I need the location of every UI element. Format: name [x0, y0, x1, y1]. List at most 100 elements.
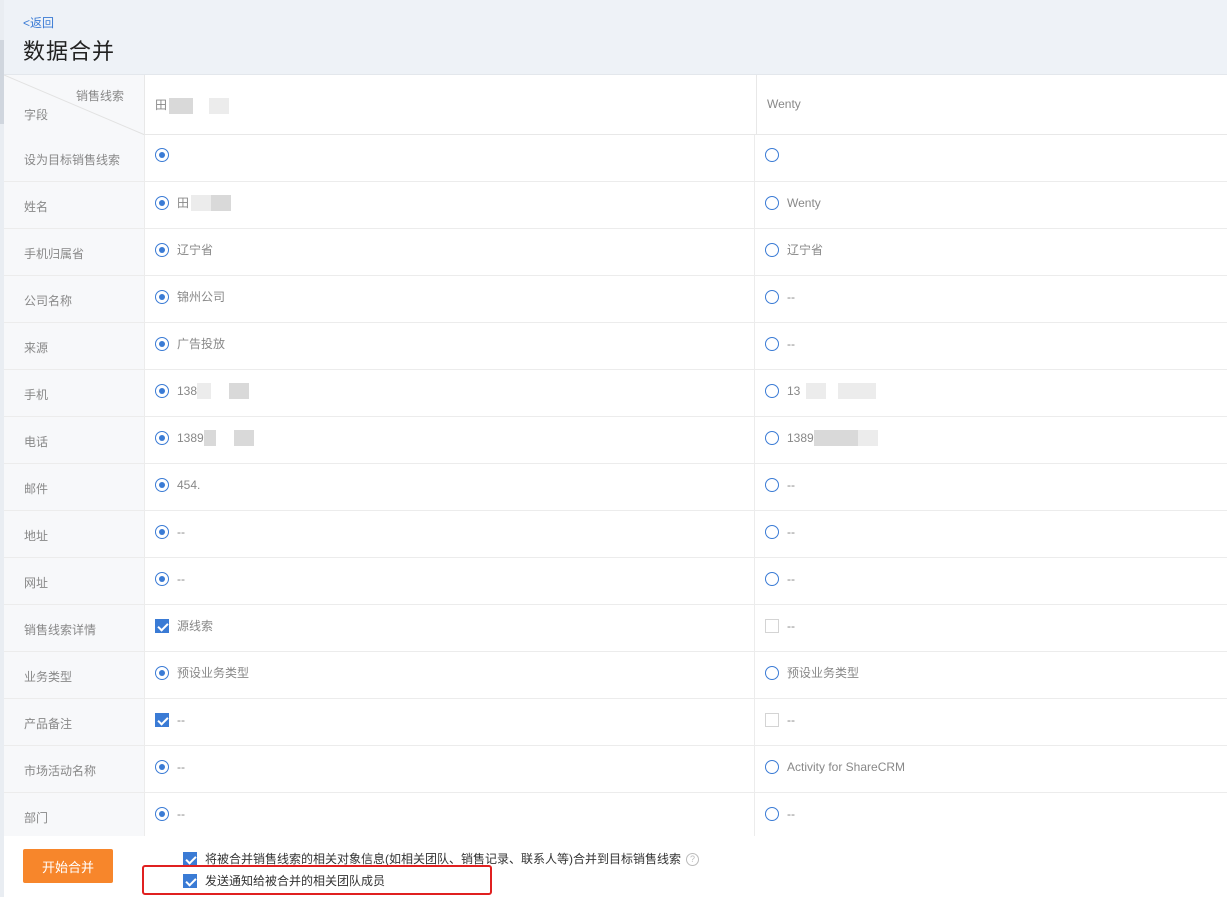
field-value: 1389 [787, 431, 814, 445]
field-label: 销售线索详情 [4, 605, 145, 651]
record-1-cell: 源线索 [145, 605, 755, 651]
field-radio[interactable] [155, 807, 169, 821]
table-row: 邮件 454. -- [4, 464, 1227, 511]
field-value: 1389 [177, 431, 204, 445]
field-value: -- [787, 337, 795, 351]
record-2-cell [755, 135, 1227, 181]
field-radio[interactable] [765, 337, 779, 351]
field-radio[interactable] [155, 431, 169, 445]
redaction-block [806, 383, 827, 399]
field-radio[interactable] [155, 666, 169, 680]
field-value: -- [177, 807, 185, 821]
field-value: 预设业务类型 [177, 666, 250, 680]
field-checkbox[interactable] [765, 713, 779, 727]
field-radio[interactable] [765, 431, 779, 445]
notify-team-label: 发送通知给被合并的相关团队成员 [205, 874, 386, 888]
field-radio[interactable] [765, 243, 779, 257]
header-corner-cell: 销售线索 字段 [4, 75, 145, 135]
merge-related-checkbox[interactable] [183, 852, 197, 866]
record-2-cell: 辽宁省 [755, 229, 1227, 275]
field-radio[interactable] [765, 807, 779, 821]
page-title: 数据合并 [23, 40, 116, 65]
field-radio[interactable] [765, 384, 779, 398]
field-radio[interactable] [155, 572, 169, 586]
record-1-cell: 辽宁省 [145, 229, 755, 275]
field-value: 辽宁省 [787, 243, 824, 257]
field-radio[interactable] [155, 337, 169, 351]
field-value: -- [787, 478, 795, 492]
field-radio[interactable] [765, 148, 779, 162]
field-radio[interactable] [155, 196, 169, 210]
field-radio[interactable] [765, 290, 779, 304]
field-radio[interactable] [765, 572, 779, 586]
table-row: 姓名 田 Wenty [4, 182, 1227, 229]
record-1-cell: 预设业务类型 [145, 652, 755, 698]
field-value: 锦州公司 [177, 290, 226, 304]
field-value: -- [177, 525, 185, 539]
redaction-block [209, 97, 230, 114]
redaction-block [229, 383, 250, 399]
record-2-cell: -- [755, 605, 1227, 651]
record-1-cell: 广告投放 [145, 323, 755, 369]
field-checkbox[interactable] [155, 619, 169, 633]
record-2-cell: -- [755, 323, 1227, 369]
redaction-block [203, 430, 216, 446]
field-radio[interactable] [155, 290, 169, 304]
field-radio[interactable] [765, 525, 779, 539]
field-label: 市场活动名称 [4, 746, 145, 792]
record-2-cell: -- [755, 464, 1227, 510]
corner-object-label: 销售线索 [75, 89, 124, 103]
field-checkbox[interactable] [765, 619, 779, 633]
table-body: 设为目标销售线索 姓名 田 Wenty 手机归属省 辽宁省 辽宁省 公司名称 锦州公司 -- 来源 广… [4, 135, 1227, 840]
corner-field-label: 字段 [24, 108, 49, 122]
field-label: 部门 [4, 793, 145, 839]
field-radio[interactable] [765, 196, 779, 210]
table-row: 业务类型 预设业务类型 预设业务类型 [4, 652, 1227, 699]
record-2-cell: -- [755, 699, 1227, 745]
field-radio[interactable] [155, 760, 169, 774]
field-value: 广告投放 [177, 337, 226, 351]
redaction-block [233, 430, 254, 446]
field-value: -- [787, 525, 795, 539]
field-label: 邮件 [4, 464, 145, 510]
record-1-cell: 田 [145, 182, 755, 228]
field-radio[interactable] [765, 666, 779, 680]
table-row: 网址 -- -- [4, 558, 1227, 605]
field-label: 姓名 [4, 182, 145, 228]
field-label: 网址 [4, 558, 145, 604]
field-radio[interactable] [765, 478, 779, 492]
record-2-cell: 预设业务类型 [755, 652, 1227, 698]
record-1-cell: 454. [145, 464, 755, 510]
start-merge-button[interactable]: 开始合并 [23, 849, 113, 883]
record-2-cell: -- [755, 558, 1227, 604]
record-2-cell: -- [755, 511, 1227, 557]
notify-team-checkbox[interactable] [183, 874, 197, 888]
redaction-block [857, 430, 878, 446]
field-radio[interactable] [155, 384, 169, 398]
table-row: 设为目标销售线索 [4, 135, 1227, 182]
field-radio[interactable] [155, 148, 169, 162]
field-label: 设为目标销售线索 [4, 135, 145, 181]
table-header: 销售线索 字段 田 Wenty [4, 75, 1227, 135]
redaction-block [813, 430, 858, 446]
field-label: 产品备注 [4, 699, 145, 745]
field-checkbox[interactable] [155, 713, 169, 727]
header-record-1: 田 [145, 75, 757, 135]
field-radio[interactable] [155, 525, 169, 539]
field-value: -- [787, 713, 795, 727]
field-radio[interactable] [155, 243, 169, 257]
field-radio[interactable] [765, 760, 779, 774]
record-2-cell: Wenty [755, 182, 1227, 228]
table-row: 公司名称 锦州公司 -- [4, 276, 1227, 323]
redaction-block [838, 383, 877, 399]
record-2-cell: -- [755, 276, 1227, 322]
help-icon[interactable]: ? [686, 852, 699, 866]
field-label: 手机归属省 [4, 229, 145, 275]
table-row: 电话 1389 1389 [4, 417, 1227, 464]
field-value: -- [787, 290, 795, 304]
field-value: -- [177, 713, 185, 727]
field-radio[interactable] [155, 478, 169, 492]
table-row: 地址 -- -- [4, 511, 1227, 558]
field-value: -- [177, 572, 185, 586]
back-link[interactable]: <返回 [23, 14, 54, 31]
